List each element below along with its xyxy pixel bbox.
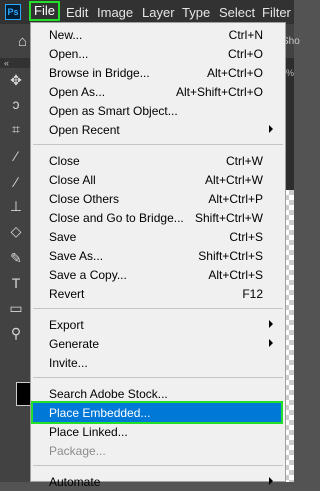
menu-item-close-and-go-to-bridge[interactable]: Close and Go to Bridge... Shift+Ctrl+W	[31, 208, 285, 227]
menu-item-save-a-copy[interactable]: Save a Copy... Alt+Ctrl+S	[31, 265, 285, 284]
menu-item-shortcut: Ctrl+N	[228, 28, 263, 42]
submenu-arrow-icon	[269, 477, 273, 485]
menu-item-shortcut: Alt+Shift+Ctrl+O	[175, 85, 263, 99]
menu-item-shortcut: F12	[242, 287, 263, 301]
menu-item-shortcut: Alt+Ctrl+P	[208, 192, 263, 206]
menu-item-place-linked[interactable]: Place Linked...	[31, 422, 285, 441]
paint-bucket-tool-icon[interactable]: ◇	[6, 221, 26, 241]
menu-file[interactable]: File	[29, 1, 60, 21]
pen-tool-icon[interactable]: ✎	[6, 248, 26, 268]
menu-item-close[interactable]: Close Ctrl+W	[31, 151, 285, 170]
menu-item-label: Save As...	[49, 249, 104, 263]
photoshop-logo-icon: Ps	[5, 4, 21, 20]
menu-separator	[33, 308, 283, 309]
crop-tool-icon[interactable]: ⌗	[6, 119, 26, 139]
menu-item-label: Close	[49, 154, 80, 168]
menu-item-label: Save a Copy...	[49, 268, 127, 282]
menu-separator	[33, 465, 283, 466]
menu-item-label: Open Recent	[49, 123, 120, 137]
menu-item-shortcut: Ctrl+W	[226, 154, 263, 168]
menu-separator	[33, 377, 283, 378]
menu-item-new[interactable]: New... Ctrl+N	[31, 25, 285, 44]
menu-item-save[interactable]: Save Ctrl+S	[31, 227, 285, 246]
move-tool-icon[interactable]: ✥	[6, 70, 26, 90]
tools-panel: ✥ ↄ ⌗ ⁄ ∕ ⊥ ◇ ✎ T ▭ ⚲	[0, 68, 30, 482]
menu-item-shortcut: Alt+Ctrl+S	[208, 268, 263, 282]
menu-item-revert[interactable]: Revert F12	[31, 284, 285, 303]
menu-type[interactable]: Type	[182, 5, 210, 20]
menu-select[interactable]: Select	[219, 5, 255, 20]
menu-item-label: Revert	[49, 287, 85, 301]
menu-item-label: Invite...	[49, 356, 88, 370]
menu-item-open-as-smart-object[interactable]: Open as Smart Object...	[31, 101, 285, 120]
zoom-tool-icon[interactable]: ⚲	[6, 323, 26, 343]
menu-item-label: Browse in Bridge...	[49, 66, 150, 80]
menu-item-label: Automate	[49, 475, 101, 489]
menu-item-label: Generate	[49, 337, 100, 351]
file-menu-dropdown: New... Ctrl+N Open... Ctrl+O Browse in Bridg…	[30, 22, 286, 489]
clone-stamp-tool-icon[interactable]: ⊥	[6, 196, 26, 216]
menu-item-browse-in-bridge[interactable]: Browse in Bridge... Alt+Ctrl+O	[31, 63, 285, 82]
menu-item-label: Package...	[49, 444, 106, 458]
menu-item-label: New...	[49, 28, 83, 42]
menu-separator	[33, 144, 283, 145]
brush-tool-icon[interactable]: ∕	[6, 172, 26, 192]
menu-item-invite[interactable]: Invite...	[31, 353, 285, 372]
eyedropper-tool-icon[interactable]: ⁄	[6, 146, 26, 166]
menu-item-label: Save	[49, 230, 77, 244]
menu-filter[interactable]: Filter	[262, 5, 291, 20]
menu-item-shortcut: Shift+Ctrl+W	[194, 211, 263, 225]
menu-image[interactable]: Image	[97, 5, 133, 20]
menu-item-label: Open as Smart Object...	[49, 104, 178, 118]
menu-item-search-adobe-stock[interactable]: Search Adobe Stock...	[31, 384, 285, 403]
menu-item-label: Search Adobe Stock...	[49, 387, 168, 401]
menu-item-package: Package...	[31, 441, 285, 460]
submenu-arrow-icon	[269, 320, 273, 328]
menu-item-shortcut: Ctrl+S	[229, 230, 263, 244]
menu-item-label: Close and Go to Bridge...	[49, 211, 184, 225]
menu-edit[interactable]: Edit	[66, 5, 88, 20]
menu-item-generate[interactable]: Generate	[31, 334, 285, 353]
menu-item-label: Open...	[49, 47, 89, 61]
menu-item-place-embedded[interactable]: Place Embedded...	[31, 401, 283, 424]
menu-item-label: Place Embedded...	[49, 406, 151, 420]
menu-item-label: Place Linked...	[49, 425, 128, 439]
menu-item-label: Close All	[49, 173, 96, 187]
menu-item-shortcut: Alt+Ctrl+O	[206, 66, 263, 80]
lasso-tool-icon[interactable]: ↄ	[6, 94, 26, 114]
rectangle-tool-icon[interactable]: ▭	[6, 298, 26, 318]
menu-item-shortcut: Shift+Ctrl+S	[198, 249, 263, 263]
menu-item-save-as[interactable]: Save As... Shift+Ctrl+S	[31, 246, 285, 265]
collapse-panel-icon[interactable]: «	[0, 58, 30, 68]
submenu-arrow-icon	[269, 125, 273, 133]
menu-item-export[interactable]: Export	[31, 315, 285, 334]
menu-item-open-as[interactable]: Open As... Alt+Shift+Ctrl+O	[31, 82, 285, 101]
menu-layer[interactable]: Layer	[142, 5, 175, 20]
menu-item-open[interactable]: Open... Ctrl+O	[31, 44, 285, 63]
menu-item-label: Export	[49, 318, 84, 332]
menu-item-label: Close Others	[49, 192, 120, 206]
menu-bar: Ps File Edit Image Layer Type Select Fil…	[0, 0, 294, 24]
submenu-arrow-icon	[269, 339, 273, 347]
type-tool-icon[interactable]: T	[6, 273, 26, 293]
menu-item-label: Open As...	[49, 85, 106, 99]
menu-item-open-recent[interactable]: Open Recent	[31, 120, 285, 139]
menu-item-close-others[interactable]: Close Others Alt+Ctrl+P	[31, 189, 285, 208]
menu-item-shortcut: Ctrl+O	[227, 47, 263, 61]
home-icon[interactable]: ⌂	[18, 33, 27, 50]
menu-item-close-all[interactable]: Close All Alt+Ctrl+W	[31, 170, 285, 189]
menu-item-shortcut: Alt+Ctrl+W	[204, 173, 263, 187]
